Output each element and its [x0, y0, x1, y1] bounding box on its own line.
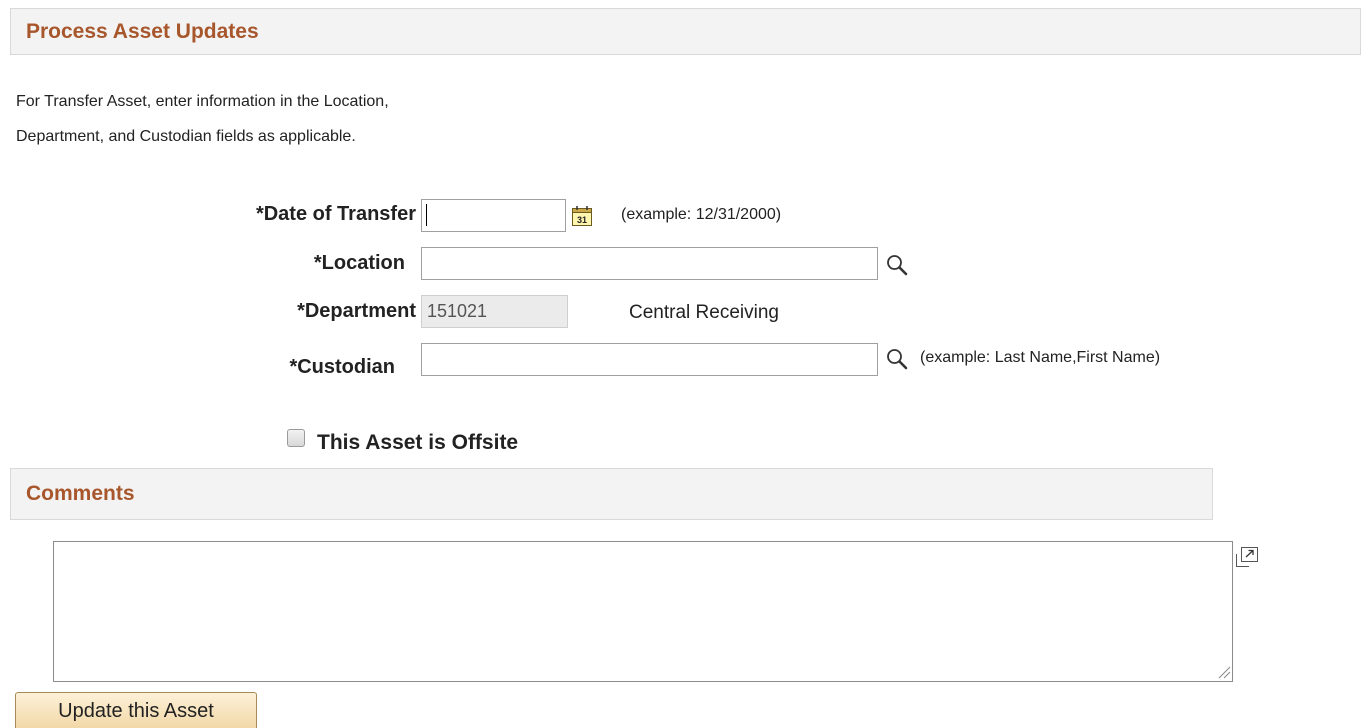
date-of-transfer-input[interactable] — [421, 199, 566, 232]
custodian-input[interactable] — [421, 343, 878, 376]
location-input[interactable] — [421, 247, 878, 280]
custodian-format-hint: (example: Last Name,First Name) — [920, 349, 1161, 366]
comments-header-bar: Comments — [10, 468, 1213, 520]
location-label: *Location — [313, 252, 405, 274]
date-of-transfer-label: *Date of Transfer — [255, 203, 416, 225]
department-input — [421, 295, 568, 328]
page-header-bar: Process Asset Updates — [10, 8, 1361, 55]
offsite-checkbox-label: This Asset is Offsite — [317, 431, 519, 454]
department-label: *Department — [297, 300, 416, 322]
process-asset-updates-page: Process Asset Updates For Transfer Asset… — [0, 0, 1361, 728]
page-title: Process Asset Updates — [26, 19, 259, 43]
resize-grip-icon[interactable] — [1217, 665, 1231, 684]
expand-textarea-icon[interactable] — [1235, 546, 1259, 573]
text-cursor — [426, 204, 427, 226]
department-description: Central Receiving — [629, 302, 779, 323]
location-lookup-icon[interactable] — [885, 253, 909, 282]
instructions-line-1: For Transfer Asset, enter information in… — [16, 93, 389, 110]
custodian-label: *Custodian — [289, 356, 395, 378]
offsite-checkbox[interactable] — [287, 429, 305, 447]
svg-text:31: 31 — [577, 215, 587, 225]
date-format-hint: (example: 12/31/2000) — [621, 206, 782, 223]
custodian-lookup-icon[interactable] — [885, 347, 909, 376]
instructions-line-2: Department, and Custodian fields as appl… — [16, 128, 356, 145]
update-asset-button[interactable]: Update this Asset — [15, 692, 257, 728]
comments-title: Comments — [26, 482, 135, 505]
comments-textarea[interactable] — [53, 541, 1233, 682]
calendar-icon[interactable]: 31 — [571, 205, 593, 232]
